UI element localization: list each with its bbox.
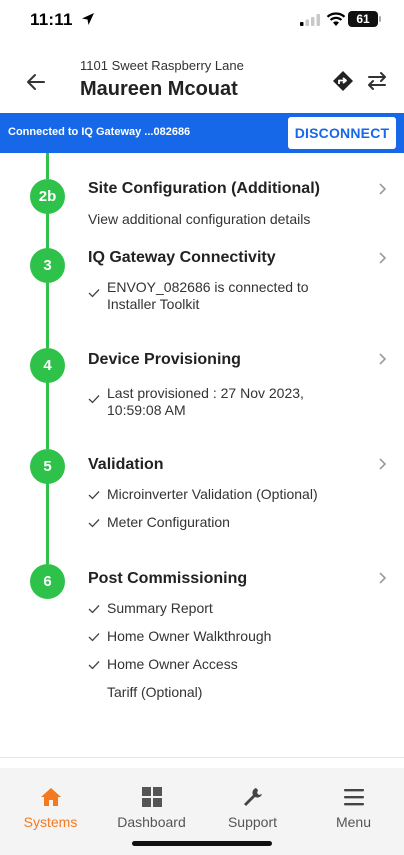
status-bar: 11:11 61 (0, 0, 404, 44)
nav-label: Dashboard (117, 814, 186, 830)
chevron-right-icon[interactable] (376, 571, 388, 585)
check-icon (88, 633, 100, 642)
timeline-line (46, 483, 49, 564)
wifi-icon (326, 12, 346, 26)
step-detail: View additional configuration details (88, 211, 311, 227)
chevron-right-icon[interactable] (376, 352, 388, 366)
check-icon (88, 395, 100, 404)
check-icon (88, 491, 100, 500)
header: 1101 Sweet Raspberry Lane Maureen Mcouat (0, 44, 404, 112)
step-detail: ENVOY_082686 is connected to Installer T… (107, 279, 309, 313)
step-detail-line: Installer Toolkit (107, 296, 200, 312)
disconnect-button[interactable]: DISCONNECT (288, 117, 396, 149)
location-arrow-icon (82, 13, 94, 25)
step-detail: Home Owner Walkthrough (107, 628, 272, 644)
nav-label: Systems (23, 814, 78, 830)
step-badge: 5 (30, 449, 65, 484)
divider (0, 757, 404, 758)
nav-item-dashboard[interactable]: Dashboard (101, 768, 202, 838)
step-detail: Home Owner Access (107, 656, 238, 672)
chevron-right-icon[interactable] (376, 251, 388, 265)
site-address: 1101 Sweet Raspberry Lane (80, 58, 244, 73)
nav-label: Menu (335, 814, 372, 830)
step-title: Site Configuration (Additional) (88, 180, 320, 197)
timeline-line (46, 382, 49, 449)
step-badge: 6 (30, 564, 65, 599)
nav-item-support[interactable]: Support (202, 768, 303, 838)
switch-arrows-icon[interactable] (366, 70, 388, 92)
gateway-connection-banner: Connected to IQ Gateway ...082686 DISCON… (0, 113, 404, 153)
step-detail: Meter Configuration (107, 514, 230, 530)
step-detail-line: 10:59:08 AM (107, 402, 186, 418)
home-indicator (132, 841, 272, 846)
step-title: IQ Gateway Connectivity (88, 249, 276, 266)
wrench-icon (244, 788, 262, 806)
check-icon (88, 519, 100, 528)
step-detail: Summary Report (107, 600, 213, 616)
nav-item-systems[interactable]: Systems (0, 768, 101, 838)
step-title: Device Provisioning (88, 351, 241, 368)
step-detail: Microinverter Validation (Optional) (107, 486, 318, 502)
nav-item-menu[interactable]: Menu (303, 768, 404, 838)
check-icon (88, 661, 100, 670)
step-title: Validation (88, 456, 164, 473)
step-detail: Tariff (Optional) (107, 684, 203, 700)
chevron-right-icon[interactable] (376, 182, 388, 196)
check-icon (88, 605, 100, 614)
step-title: Post Commissioning (88, 570, 248, 587)
connection-status-text: Connected to IQ Gateway ...082686 (8, 126, 191, 138)
directions-icon[interactable] (332, 70, 354, 92)
step-badge: 3 (30, 248, 65, 283)
step-detail-line: Last provisioned : 27 Nov 2023, (107, 385, 304, 401)
nav-label: Support (227, 814, 278, 830)
signal-icon (300, 14, 320, 26)
timeline-line (46, 283, 49, 348)
home-icon (41, 788, 61, 806)
step-badge: 4 (30, 348, 65, 383)
dashboard-icon (142, 787, 162, 807)
step-detail: Last provisioned : 27 Nov 2023, 10:59:08… (107, 385, 304, 419)
chevron-right-icon[interactable] (376, 457, 388, 471)
status-time: 11:11 (30, 10, 73, 29)
site-owner-name: Maureen Mcouat (80, 78, 238, 100)
battery-icon: 61 (348, 11, 381, 27)
step-detail-line: ENVOY_082686 is connected to (107, 279, 309, 295)
step-badge: 2b (30, 179, 65, 214)
back-arrow-icon[interactable] (24, 70, 48, 94)
check-icon (88, 289, 100, 298)
menu-icon (344, 789, 364, 806)
timeline-line (46, 213, 49, 249)
